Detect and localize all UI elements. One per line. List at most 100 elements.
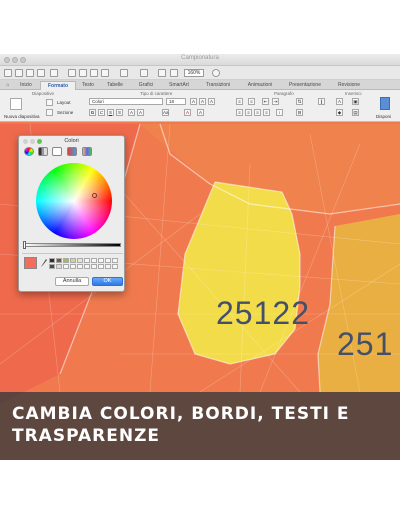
tab-formato[interactable]: Formato	[40, 81, 76, 90]
palette-swatch[interactable]	[70, 264, 76, 269]
numbering-icon[interactable]: ≡	[248, 98, 255, 105]
screenshot-frame: 25122 251 Campionatura 160% ⌂ Inizio For…	[0, 54, 400, 460]
sliders-mode-icon[interactable]	[38, 147, 48, 156]
bullets-icon[interactable]: ≡	[236, 98, 243, 105]
palette-swatch[interactable]	[91, 264, 97, 269]
font-size-field[interactable]: 18	[166, 98, 186, 105]
tab-smartart[interactable]: SmartArt	[163, 81, 195, 90]
cancel-button[interactable]: Annulla	[55, 277, 89, 286]
home-icon[interactable]: ⌂	[4, 81, 12, 90]
align-left-icon[interactable]: ≡	[236, 109, 243, 116]
palette-swatch[interactable]	[112, 258, 118, 263]
clear-format-icon[interactable]: A	[208, 98, 215, 105]
undo-icon[interactable]	[120, 69, 128, 77]
tab-testo[interactable]: Testo	[77, 81, 99, 90]
font-name-field[interactable]: Colori	[89, 98, 163, 105]
palette-swatch[interactable]	[77, 264, 83, 269]
color-wheel-mode-icon[interactable]	[24, 147, 34, 156]
palette-swatch[interactable]	[105, 264, 111, 269]
redo-icon[interactable]	[140, 69, 148, 77]
subscript-icon[interactable]: A	[137, 109, 144, 116]
zoom-field[interactable]: 160%	[184, 69, 204, 77]
insert-table-icon[interactable]: ▤	[352, 109, 359, 116]
current-color-swatch[interactable]	[24, 257, 37, 269]
insert-text-icon[interactable]: A	[336, 98, 343, 105]
brightness-slider[interactable]	[24, 243, 121, 247]
palette-swatch[interactable]	[98, 258, 104, 263]
media-icon[interactable]	[170, 69, 178, 77]
change-case-icon[interactable]: Aa	[162, 109, 169, 116]
palette-swatch[interactable]	[105, 258, 111, 263]
palette-swatch[interactable]	[84, 264, 90, 269]
new-file-icon[interactable]	[4, 69, 12, 77]
justify-icon[interactable]: ≡	[263, 109, 270, 116]
color-wheel-cursor[interactable]	[92, 193, 97, 198]
gallery-icon[interactable]	[158, 69, 166, 77]
eyedropper-icon[interactable]	[40, 258, 48, 268]
arrange-icon[interactable]	[380, 97, 390, 110]
outdent-icon[interactable]: ⇤	[262, 98, 269, 105]
align-text-icon[interactable]: ⊟	[296, 109, 303, 116]
image-palettes-mode-icon[interactable]	[67, 147, 77, 156]
section-button[interactable]: Sezione	[57, 110, 73, 115]
window-title: Campionatura	[181, 55, 219, 61]
brightness-slider-knob[interactable]	[23, 241, 26, 249]
tab-animazioni[interactable]: Animazioni	[241, 81, 279, 90]
palette-swatch[interactable]	[49, 264, 55, 269]
save-icon[interactable]	[37, 69, 45, 77]
underline-icon[interactable]: S	[107, 109, 114, 116]
tab-transizioni[interactable]: Transizioni	[199, 81, 237, 90]
palette-swatch[interactable]	[98, 264, 104, 269]
pencils-mode-icon[interactable]	[82, 147, 92, 156]
ok-button[interactable]: OK	[92, 277, 123, 286]
new-slide-icon[interactable]	[10, 98, 22, 110]
tab-tabelle[interactable]: Tabelle	[101, 81, 129, 90]
copy-icon[interactable]	[79, 69, 87, 77]
color-wheel[interactable]	[36, 163, 112, 239]
tab-grafici[interactable]: Grafici	[132, 81, 160, 90]
new-slide-label[interactable]: Nuova diapositiva	[4, 114, 40, 119]
text-direction-icon[interactable]: ⇅	[296, 98, 303, 105]
superscript-icon[interactable]: A	[128, 109, 135, 116]
insert-picture-icon[interactable]: ▣	[352, 98, 359, 105]
palette-swatch[interactable]	[112, 264, 118, 269]
palette-swatch[interactable]	[77, 258, 83, 263]
saved-colors-palette	[49, 258, 123, 269]
palette-swatch[interactable]	[70, 258, 76, 263]
palette-swatch[interactable]	[49, 258, 55, 263]
section-icon[interactable]	[46, 109, 53, 116]
palette-swatch[interactable]	[63, 264, 69, 269]
align-right-icon[interactable]: ≡	[254, 109, 261, 116]
palette-swatch[interactable]	[91, 258, 97, 263]
format-painter-icon[interactable]	[101, 69, 109, 77]
template-icon[interactable]	[15, 69, 23, 77]
italic-icon[interactable]: C	[98, 109, 105, 116]
indent-icon[interactable]: ⇥	[272, 98, 279, 105]
tab-inizio[interactable]: Inizio	[13, 81, 39, 90]
bold-icon[interactable]: G	[89, 109, 96, 116]
paste-icon[interactable]	[90, 69, 98, 77]
palette-swatch[interactable]	[56, 264, 62, 269]
palette-swatch[interactable]	[63, 258, 69, 263]
layout-button[interactable]: Layout	[57, 100, 71, 105]
highlight-icon[interactable]: A	[197, 109, 204, 116]
palette-swatch[interactable]	[84, 258, 90, 263]
font-color-icon[interactable]: A	[184, 109, 191, 116]
tab-revisione[interactable]: Revisione	[331, 81, 367, 90]
layout-icon[interactable]	[46, 99, 53, 106]
strikethrough-icon[interactable]: S	[116, 109, 123, 116]
line-spacing-icon[interactable]: ↕	[276, 109, 283, 116]
arrange-button[interactable]: Disponi	[376, 114, 391, 119]
palette-swatch[interactable]	[56, 258, 62, 263]
columns-icon[interactable]: ∥	[318, 98, 325, 105]
insert-shape-icon[interactable]: ◆	[336, 109, 343, 116]
print-icon[interactable]	[50, 69, 58, 77]
cut-icon[interactable]	[68, 69, 76, 77]
grow-font-icon[interactable]: A	[190, 98, 197, 105]
tab-presentazione[interactable]: Presentazione	[283, 81, 327, 90]
palettes-mode-icon[interactable]	[52, 147, 62, 156]
help-icon[interactable]	[212, 69, 220, 77]
open-folder-icon[interactable]	[26, 69, 34, 77]
shrink-font-icon[interactable]: A	[199, 98, 206, 105]
align-center-icon[interactable]: ≡	[245, 109, 252, 116]
